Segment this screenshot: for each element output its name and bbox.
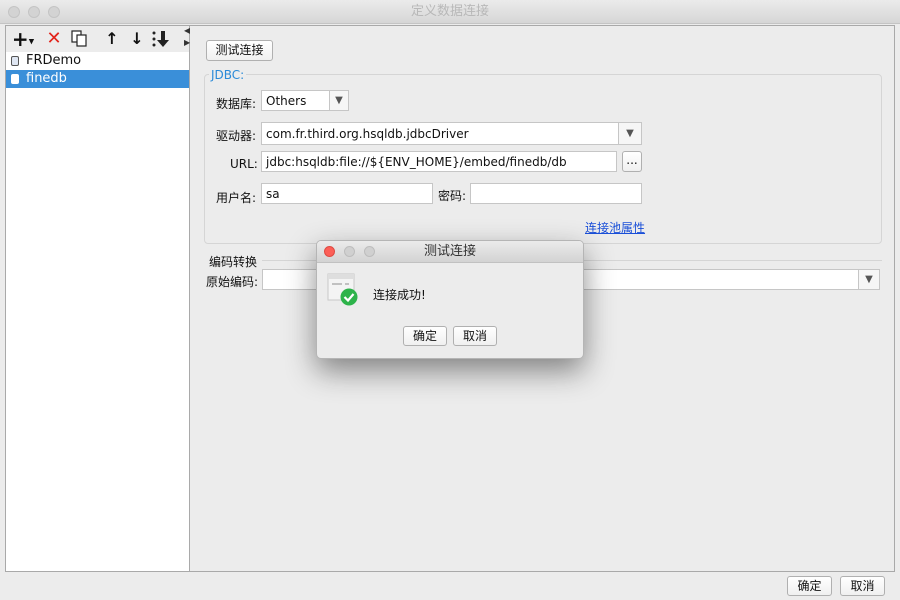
driver-value: com.fr.third.org.hsqldb.jdbcDriver	[266, 127, 469, 141]
database-icon	[11, 74, 19, 84]
connection-pool-link[interactable]: 连接池属性	[585, 219, 645, 236]
chevron-down-icon: ▼	[858, 270, 879, 289]
connection-item-frdemo[interactable]: FRDemo	[6, 52, 189, 70]
sort-icon	[152, 31, 169, 47]
database-icon	[11, 56, 19, 66]
ok-button[interactable]: 确定	[787, 576, 832, 596]
delete-connection-button[interactable]: ✕	[44, 29, 64, 49]
test-connection-dialog: 测试连接 连接成功! 确定 取消	[316, 240, 584, 359]
sort-button[interactable]	[149, 29, 173, 49]
dialog-ok-button[interactable]: 确定	[403, 326, 447, 346]
cancel-button[interactable]: 取消	[840, 576, 885, 596]
connection-list: FRDemo finedb	[6, 52, 189, 88]
connection-item-finedb[interactable]: finedb	[6, 70, 189, 88]
chevron-down-icon: ▼	[329, 91, 348, 110]
encoding-label: 原始编码:	[206, 275, 259, 289]
success-icon	[327, 273, 359, 307]
dialog-minimize-button[interactable]	[344, 246, 355, 257]
driver-label: 驱动器:	[216, 129, 257, 143]
minimize-window-button[interactable]	[28, 6, 40, 18]
test-connection-button[interactable]: 测试连接	[206, 40, 273, 61]
encoding-legend: 编码转换	[209, 255, 258, 269]
plus-icon: +	[11, 27, 29, 51]
password-field[interactable]	[470, 183, 642, 204]
chevron-down-icon: ▼	[28, 37, 35, 46]
connection-list-panel: +▼ ✕ ↑ ↓ FRDemo finedb	[5, 25, 190, 572]
arrow-down-icon: ↓	[130, 29, 144, 48]
dialog-close-button[interactable]	[324, 246, 335, 257]
jdbc-legend: JDBC:	[209, 68, 247, 82]
move-up-button[interactable]: ↑	[102, 29, 122, 49]
connection-name: FRDemo	[26, 53, 82, 68]
chevron-down-icon: ▼	[618, 123, 641, 144]
delete-icon: ✕	[46, 28, 62, 49]
dialog-title: 测试连接	[423, 244, 476, 259]
add-connection-button[interactable]: +▼	[10, 29, 36, 49]
username-label: 用户名:	[216, 191, 257, 205]
window-title-bar: 定义数据连接	[0, 0, 900, 24]
database-value: Others	[266, 94, 307, 108]
password-label: 密码:	[438, 189, 467, 203]
copy-icon	[71, 30, 87, 47]
copy-connection-button[interactable]	[69, 29, 89, 49]
url-label: URL:	[230, 157, 258, 171]
window-title: 定义数据连接	[410, 4, 489, 19]
dialog-cancel-button[interactable]: 取消	[453, 326, 497, 346]
url-field[interactable]: jdbc:hsqldb:file://${ENV_HOME}/embed/fin…	[261, 151, 617, 172]
username-field[interactable]: sa	[261, 183, 433, 204]
dialog-message: 连接成功!	[373, 288, 426, 302]
url-browse-button[interactable]: ...	[622, 151, 642, 172]
move-down-button[interactable]: ↓	[127, 29, 147, 49]
dialog-zoom-button[interactable]	[364, 246, 375, 257]
connection-name: finedb	[26, 71, 67, 86]
connection-toolbar: +▼ ✕ ↑ ↓	[6, 26, 189, 52]
close-window-button[interactable]	[8, 6, 20, 18]
database-label: 数据库:	[216, 97, 257, 111]
dialog-title-bar: 测试连接	[317, 241, 583, 263]
database-select[interactable]: Others ▼	[261, 90, 349, 111]
driver-select[interactable]: com.fr.third.org.hsqldb.jdbcDriver ▼	[261, 122, 642, 145]
arrow-up-icon: ↑	[105, 29, 119, 48]
zoom-window-button[interactable]	[48, 6, 60, 18]
